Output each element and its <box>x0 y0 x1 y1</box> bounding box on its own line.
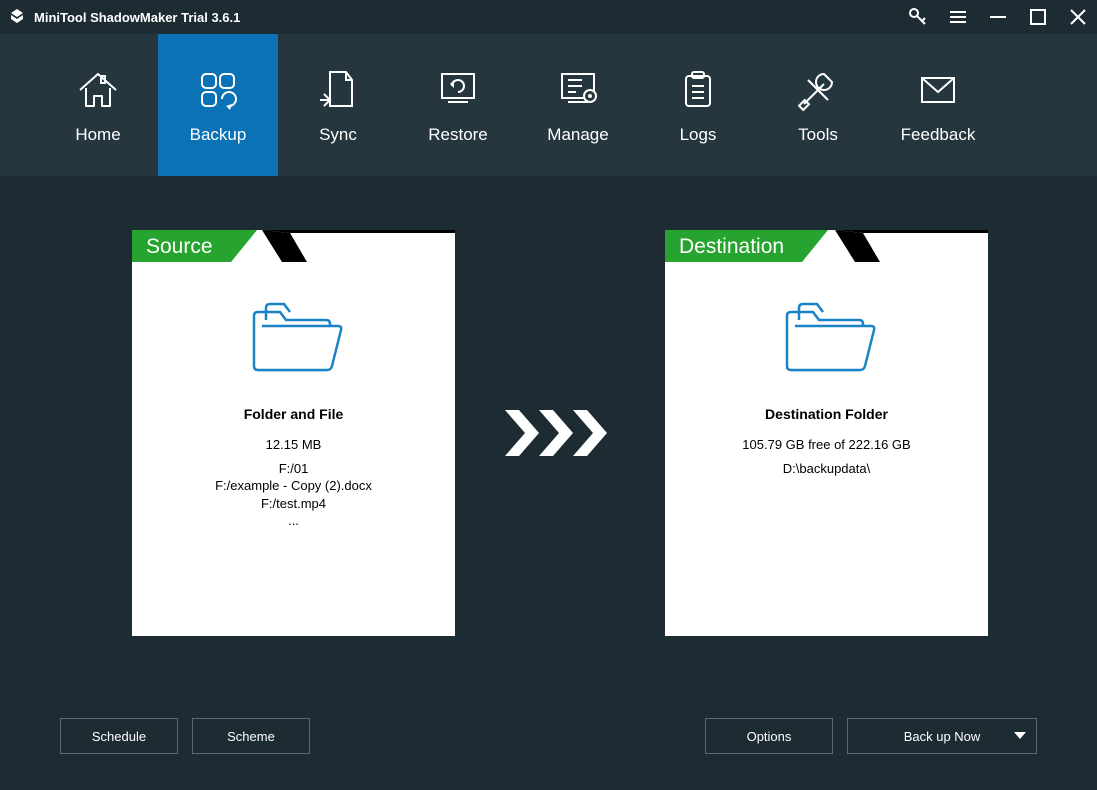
toolbar: Home Backup Sync Restore Manage Logs T <box>0 34 1097 176</box>
source-file-more: ... <box>288 512 299 530</box>
tab-home[interactable]: Home <box>38 34 158 176</box>
app-logo-icon <box>8 8 26 26</box>
tab-tools[interactable]: Tools <box>758 34 878 176</box>
minimize-icon[interactable] <box>987 6 1009 28</box>
tab-label: Home <box>75 125 120 145</box>
menu-icon[interactable] <box>947 6 969 28</box>
manage-icon <box>554 65 602 115</box>
tab-manage[interactable]: Manage <box>518 34 638 176</box>
restore-icon <box>434 65 482 115</box>
tab-label: Manage <box>547 125 608 145</box>
tab-label: Logs <box>680 125 717 145</box>
source-title: Folder and File <box>244 406 344 422</box>
tab-feedback[interactable]: Feedback <box>878 34 998 176</box>
tab-backup[interactable]: Backup <box>158 34 278 176</box>
tab-restore[interactable]: Restore <box>398 34 518 176</box>
backup-now-button[interactable]: Back up Now <box>847 718 1037 754</box>
scheme-button[interactable]: Scheme <box>192 718 310 754</box>
close-icon[interactable] <box>1067 6 1089 28</box>
destination-title: Destination Folder <box>765 406 888 422</box>
tab-label: Feedback <box>901 125 976 145</box>
feedback-icon <box>914 65 962 115</box>
tab-label: Restore <box>428 125 488 145</box>
tools-icon <box>794 65 842 115</box>
destination-path: D:\backupdata\ <box>783 460 870 478</box>
tab-label: Backup <box>190 125 247 145</box>
source-panel-body[interactable]: Folder and File 12.15 MB F:/01 F:/exampl… <box>132 262 455 636</box>
folder-icon <box>244 296 344 376</box>
bottom-bar: Schedule Scheme Options Back up Now <box>60 718 1037 754</box>
chevrons-icon <box>505 410 615 456</box>
options-button[interactable]: Options <box>705 718 833 754</box>
home-icon <box>74 65 122 115</box>
source-header-label: Source <box>132 230 231 262</box>
destination-panel-body[interactable]: Destination Folder 105.79 GB free of 222… <box>665 262 988 636</box>
chevron-down-icon[interactable] <box>1014 732 1026 740</box>
backup-now-label: Back up Now <box>904 729 981 744</box>
app-title: MiniTool ShadowMaker Trial 3.6.1 <box>34 10 240 25</box>
source-file-3: F:/test.mp4 <box>261 495 326 513</box>
folder-icon <box>777 296 877 376</box>
source-panel-header: Source <box>132 230 455 262</box>
tab-label: Sync <box>319 125 357 145</box>
tab-sync[interactable]: Sync <box>278 34 398 176</box>
source-file-1: F:/01 <box>279 460 309 478</box>
titlebar: MiniTool ShadowMaker Trial 3.6.1 <box>0 0 1097 34</box>
maximize-icon[interactable] <box>1027 6 1049 28</box>
destination-panel[interactable]: Destination Destination Folder 105.79 GB… <box>665 230 988 636</box>
schedule-button[interactable]: Schedule <box>60 718 178 754</box>
key-icon[interactable] <box>907 6 929 28</box>
destination-panel-header: Destination <box>665 230 988 262</box>
tab-logs[interactable]: Logs <box>638 34 758 176</box>
content-area: Source Folder and File 12.15 MB F:/01 F:… <box>0 176 1097 790</box>
source-size: 12.15 MB <box>266 436 322 454</box>
backup-icon <box>194 65 242 115</box>
destination-free-space: 105.79 GB free of 222.16 GB <box>742 436 910 454</box>
source-panel[interactable]: Source Folder and File 12.15 MB F:/01 F:… <box>132 230 455 636</box>
logs-icon <box>674 65 722 115</box>
app-logo <box>8 8 26 26</box>
destination-header-label: Destination <box>665 230 802 262</box>
tab-label: Tools <box>798 125 838 145</box>
sync-icon <box>314 65 362 115</box>
source-file-2: F:/example - Copy (2).docx <box>215 477 372 495</box>
